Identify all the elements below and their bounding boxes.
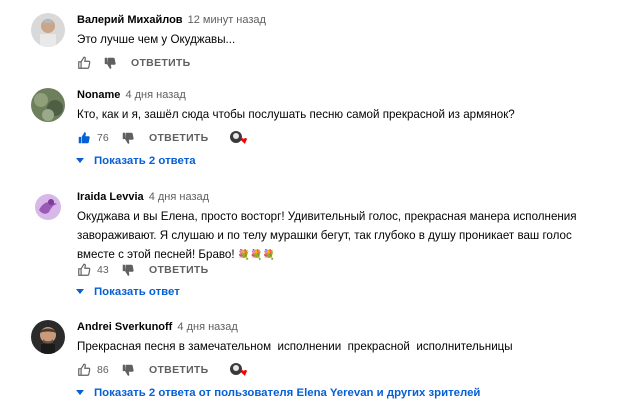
comment-header: Валерий Михайлов 12 минут назад — [77, 11, 610, 29]
author-name[interactable]: Noname — [77, 89, 120, 101]
flowers-emoji: 💐💐💐 — [237, 250, 276, 261]
author-name[interactable]: Валерий Михайлов — [77, 14, 183, 26]
comment-text: Кто, как и я, зашёл сюда чтобы послушать… — [77, 108, 515, 121]
chevron-down-icon — [76, 289, 84, 295]
comment-text: Окуджава и вы Елена, просто восторг! Уди… — [77, 207, 597, 265]
comment-actions: 86 ОТВЕТИТЬ — [77, 360, 249, 380]
thumbs-down-icon[interactable] — [103, 56, 117, 70]
reply-button[interactable]: ОТВЕТИТЬ — [131, 57, 191, 69]
reply-button[interactable]: ОТВЕТИТЬ — [149, 264, 209, 276]
chevron-down-icon — [76, 158, 84, 164]
author-name[interactable]: Andrei Sverkunoff — [77, 321, 172, 333]
thumbs-down-icon[interactable] — [121, 131, 135, 145]
comment-actions: 76 ОТВЕТИТЬ — [77, 128, 249, 148]
like-count: 43 — [97, 264, 109, 276]
avatar[interactable] — [31, 13, 65, 47]
comments-section: Валерий Михайлов 12 минут назад Это лучш… — [0, 0, 620, 403]
avatar[interactable] — [31, 88, 65, 122]
like-count: 76 — [97, 132, 109, 144]
thumbs-up-icon[interactable] — [77, 131, 91, 145]
comment-actions: 43 ОТВЕТИТЬ — [77, 260, 209, 280]
like-count: 86 — [97, 364, 109, 376]
reply-button[interactable]: ОТВЕТИТЬ — [149, 364, 209, 376]
comment-time[interactable]: 4 дня назад — [149, 191, 209, 203]
show-replies-button[interactable]: Показать ответ — [76, 283, 180, 301]
comment-time[interactable]: 4 дня назад — [125, 89, 185, 101]
creator-heart-icon — [229, 130, 249, 146]
avatar[interactable] — [31, 190, 65, 224]
show-replies-button[interactable]: Показать 2 ответа — [76, 152, 196, 170]
thumbs-down-icon[interactable] — [121, 263, 135, 277]
thumbs-up-icon[interactable] — [77, 56, 91, 70]
show-replies-label: Показать 2 ответа от пользователя Elena … — [94, 387, 481, 399]
avatar[interactable] — [31, 320, 65, 354]
comment-text: Это лучше чем у Окуджавы... — [77, 33, 236, 46]
creator-heart-icon — [229, 362, 249, 378]
chevron-down-icon — [76, 390, 84, 396]
thumbs-up-icon[interactable] — [77, 263, 91, 277]
thumbs-down-icon[interactable] — [121, 363, 135, 377]
author-name[interactable]: Iraida Levvia — [77, 191, 144, 203]
comment-text-body: Окуджава и вы Елена, просто восторг! Уди… — [77, 210, 580, 261]
show-replies-label: Показать ответ — [94, 286, 180, 298]
comment-time[interactable]: 12 минут назад — [188, 14, 266, 26]
show-replies-label: Показать 2 ответа — [94, 155, 196, 167]
thumbs-up-icon[interactable] — [77, 363, 91, 377]
comment-time[interactable]: 4 дня назад — [177, 321, 237, 333]
reply-button[interactable]: ОТВЕТИТЬ — [149, 132, 209, 144]
show-replies-button[interactable]: Показать 2 ответа от пользователя Elena … — [76, 384, 480, 402]
comment-text: Прекрасная песня в замечательном исполне… — [77, 340, 513, 353]
comment-actions: ОТВЕТИТЬ — [77, 53, 191, 73]
